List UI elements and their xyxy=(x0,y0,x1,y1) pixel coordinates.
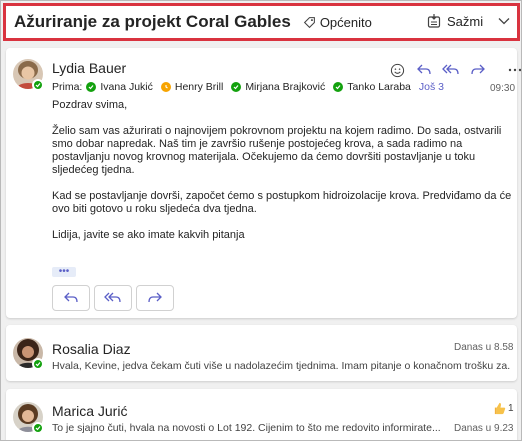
recipient[interactable]: Ivana Jukić xyxy=(86,81,153,93)
conversation-header: Ažuriranje za projekt Coral Gables Općen… xyxy=(3,3,520,41)
forward-icon xyxy=(471,64,485,75)
quick-reply-buttons xyxy=(52,285,178,311)
more-horizontal-icon xyxy=(508,68,521,72)
message-card-collapsed[interactable]: Rosalia Diaz Danas u 8.58 Hvala, Kevine,… xyxy=(6,325,517,381)
message-time: 09:30 xyxy=(490,83,516,94)
recipient[interactable]: Tanko Laraba xyxy=(333,81,411,93)
body-paragraph: Pozdrav svima, xyxy=(52,99,128,111)
message-preview: Hvala, Kevine, jedva čekam čuti više u n… xyxy=(52,360,510,372)
recipient-name: Henry Brill xyxy=(174,81,224,93)
tag-icon xyxy=(303,16,315,28)
conversation-subject: Ažuriranje za projekt Coral Gables xyxy=(14,12,291,31)
show-quoted-text-button[interactable]: ••• xyxy=(52,267,76,277)
reply-all-icon xyxy=(442,64,459,75)
reply-icon xyxy=(64,292,78,303)
category-tag[interactable]: Općenito xyxy=(303,15,372,30)
message-actions xyxy=(384,60,521,80)
body-paragraph: Lidija, javite se ako imate kakvih pitan… xyxy=(52,229,245,241)
quick-reply-button[interactable] xyxy=(52,285,90,311)
conversation-pane: Ažuriranje za projekt Coral Gables Općen… xyxy=(0,0,522,441)
quick-reply-all-button[interactable] xyxy=(94,285,132,311)
presence-available-icon xyxy=(32,422,44,434)
recipient-name: Tanko Laraba xyxy=(347,81,411,93)
reply-all-button[interactable] xyxy=(438,60,464,80)
to-label: Prima: xyxy=(52,81,83,93)
collapse-label: Sažmi xyxy=(447,13,484,29)
presence-available-icon xyxy=(86,82,97,92)
more-options-button[interactable] xyxy=(502,60,521,80)
message-preview: To je sjajno čuti, hvala na novosti o Lo… xyxy=(52,422,441,434)
recipient[interactable]: Henry Brill xyxy=(160,81,224,93)
reaction-count: 1 xyxy=(508,403,514,414)
recipient-name: Ivana Jukić xyxy=(100,81,153,93)
sender-name[interactable]: Marica Jurić xyxy=(52,403,127,419)
message-card-collapsed[interactable]: Marica Jurić 1 To je sjajno čuti, hvala … xyxy=(6,389,517,440)
presence-away-icon xyxy=(160,82,171,92)
emoji-reaction-button[interactable] xyxy=(384,60,410,80)
reply-button[interactable] xyxy=(411,60,437,80)
message-time: Danas u 8.58 xyxy=(454,342,514,353)
sender-name[interactable]: Rosalia Diaz xyxy=(52,341,131,357)
smiley-icon xyxy=(390,63,404,77)
more-recipients-link[interactable]: Još 3 xyxy=(419,81,444,93)
chevron-down-icon[interactable] xyxy=(498,16,510,26)
presence-available-icon xyxy=(32,358,44,370)
quick-forward-button[interactable] xyxy=(136,285,174,311)
reply-icon xyxy=(417,64,431,75)
sender-name[interactable]: Lydia Bauer xyxy=(52,60,126,76)
thumbs-up-icon xyxy=(494,402,506,415)
category-label: Općenito xyxy=(319,14,372,30)
forward-icon xyxy=(148,292,162,303)
collapse-icon xyxy=(427,14,441,28)
message-time: Danas u 9.23 xyxy=(454,423,514,434)
body-paragraph: Želio sam vas ažurirati o najnovijem pok… xyxy=(52,125,502,176)
recipient-name: Mirjana Brajković xyxy=(245,81,326,93)
presence-available-icon xyxy=(231,82,242,92)
message-body: Pozdrav svima, Želio sam vas ažurirati o… xyxy=(52,99,512,255)
message-card-expanded: Lydia Bauer Prima: Ivana Jukić Henry Bri… xyxy=(6,48,521,318)
recipient-list: Prima: Ivana Jukić Henry Brill Mirjana B… xyxy=(52,81,444,93)
reply-all-icon xyxy=(104,292,121,303)
presence-available-icon xyxy=(333,82,344,92)
recipient[interactable]: Mirjana Brajković xyxy=(231,81,325,93)
collapse-button[interactable]: Sažmi xyxy=(427,13,483,29)
presence-available-icon xyxy=(32,79,44,91)
reaction-badge[interactable]: 1 xyxy=(493,402,514,415)
body-paragraph: Kad se postavljanje dovrši, započet ćemo… xyxy=(52,190,512,215)
forward-button[interactable] xyxy=(465,60,491,80)
